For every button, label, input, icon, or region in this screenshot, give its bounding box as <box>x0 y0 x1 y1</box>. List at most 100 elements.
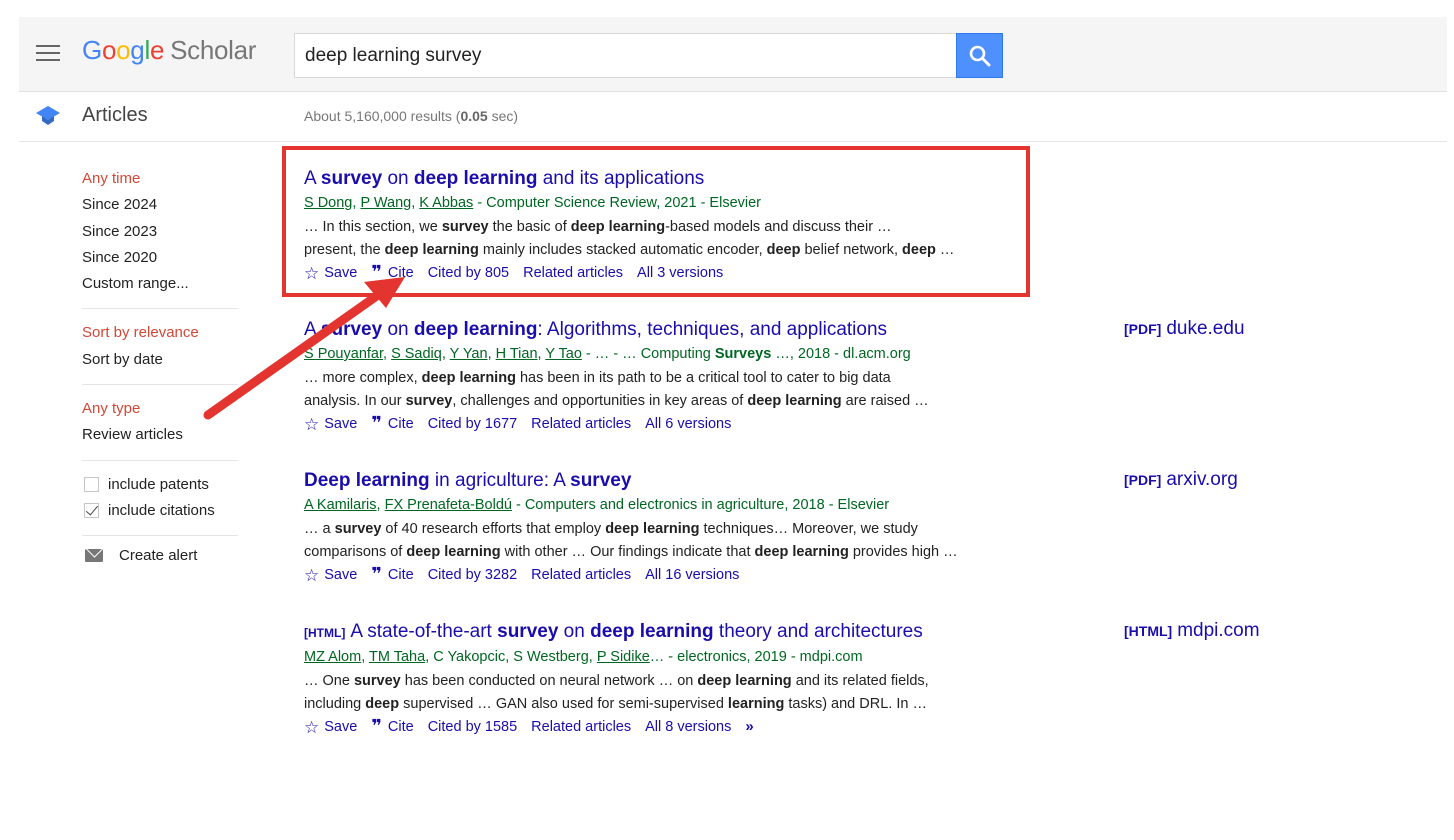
author-link[interactable]: FX Prenafeta-Boldú <box>385 497 512 513</box>
filter-custom-range[interactable]: Custom range... <box>82 271 242 297</box>
result-title-link[interactable]: Deep learning in agriculture: A survey <box>304 469 1024 493</box>
search-result: [HTML] A state-of-the-art survey on deep … <box>304 620 1024 738</box>
logo-google: Google <box>82 35 165 65</box>
source-domain: mdpi.com <box>1177 620 1260 641</box>
cite-button[interactable]: ❞ Cite <box>371 413 413 435</box>
search-result: A survey on deep learning: Algorithms, t… <box>304 318 1024 435</box>
divider <box>82 384 238 386</box>
envelope-icon <box>85 548 103 562</box>
star-icon: ☆ <box>304 414 320 434</box>
search-button[interactable] <box>956 33 1003 78</box>
save-button[interactable]: ☆ Save <box>304 413 357 435</box>
related-articles-link[interactable]: Related articles <box>531 413 631 435</box>
author-link[interactable]: A Kamilaris <box>304 497 377 513</box>
author-link[interactable]: P Sidike <box>597 649 650 665</box>
include-citations-option[interactable]: include citations <box>82 498 242 524</box>
include-citations-checkbox[interactable] <box>84 503 99 519</box>
quote-icon: ❞ <box>371 564 382 585</box>
create-alert-label: Create alert <box>119 546 198 564</box>
related-articles-link[interactable]: Related articles <box>523 262 623 284</box>
scholar-cap-icon <box>36 106 60 125</box>
result-snippet: … One survey has been conducted on neura… <box>304 673 929 712</box>
result-actions: ☆ Save ❞ Cite Cited by 1677 Related articles A… <box>304 413 1024 435</box>
cited-by-link[interactable]: Cited by 1677 <box>428 413 517 435</box>
logo-scholar: Scholar <box>170 35 257 65</box>
result-title-link[interactable]: [HTML] A state-of-the-art survey on deep … <box>304 620 1024 645</box>
author-link[interactable]: MZ Alom <box>304 649 361 665</box>
result-title-link[interactable]: A survey on deep learning and its applic… <box>304 167 1024 191</box>
save-button[interactable]: ☆ Save <box>304 262 357 284</box>
menu-icon[interactable] <box>36 45 60 63</box>
include-patents-checkbox[interactable] <box>84 477 99 493</box>
result-meta: MZ Alom, TM Taha, C Yakopcic, S Westberg… <box>304 649 863 665</box>
more-actions-icon[interactable]: » <box>745 716 753 738</box>
cite-button[interactable]: ❞ Cite <box>371 262 413 284</box>
divider <box>82 534 238 536</box>
author-link[interactable]: Y Tao <box>545 346 582 362</box>
quote-icon: ❞ <box>371 413 382 434</box>
full-text-link[interactable]: [HTML] mdpi.com <box>1124 620 1260 642</box>
cited-by-link[interactable]: Cited by 3282 <box>428 564 517 586</box>
author-link[interactable]: TM Taha <box>369 649 425 665</box>
full-text-link[interactable]: [PDF] duke.edu <box>1124 318 1245 340</box>
save-button[interactable]: ☆ Save <box>304 716 357 738</box>
related-articles-link[interactable]: Related articles <box>531 564 631 586</box>
include-citations-label: include citations <box>108 501 215 519</box>
sort-by-date[interactable]: Sort by date <box>82 347 242 373</box>
filter-any-time[interactable]: Any time <box>82 166 242 192</box>
cited-by-link[interactable]: Cited by 1585 <box>428 716 517 738</box>
sort-by-relevance[interactable]: Sort by relevance <box>82 320 242 346</box>
type-review-articles[interactable]: Review articles <box>82 422 242 448</box>
author-link: C Yakopcic <box>433 649 506 665</box>
result-meta: S Dong, P Wang, K Abbas - Computer Scien… <box>304 195 762 211</box>
create-alert-button[interactable]: Create alert <box>82 547 242 564</box>
results-count: About 5,160,000 results (0.05 sec) <box>304 108 519 124</box>
result-title-link[interactable]: A survey on deep learning: Algorithms, t… <box>304 318 1024 342</box>
cite-button[interactable]: ❞ Cite <box>371 716 413 738</box>
sidebar: Any time Since 2024 Since 2023 Since 202… <box>82 166 242 564</box>
subheader-bar: Articles About 5,160,000 results (0.05 s… <box>19 92 1447 142</box>
result-snippet: … In this section, we survey the basic o… <box>304 219 955 258</box>
filter-since-2024[interactable]: Since 2024 <box>82 192 242 218</box>
result-format-tag: [HTML] <box>304 626 346 640</box>
author-link[interactable]: S Pouyanfar <box>304 346 383 362</box>
star-icon: ☆ <box>304 717 320 737</box>
section-label: Articles <box>82 104 148 126</box>
result-snippet: … more complex, deep learning has been i… <box>304 370 929 409</box>
file-type-label: [HTML] <box>1124 623 1173 639</box>
author-link[interactable]: Y Yan <box>450 346 488 362</box>
all-versions-link[interactable]: All 8 versions <box>645 716 731 738</box>
file-type-label: [PDF] <box>1124 321 1162 337</box>
filter-since-2023[interactable]: Since 2023 <box>82 219 242 245</box>
related-articles-link[interactable]: Related articles <box>531 716 631 738</box>
type-any[interactable]: Any type <box>82 396 242 422</box>
all-versions-link[interactable]: All 16 versions <box>645 564 739 586</box>
all-versions-link[interactable]: All 3 versions <box>637 262 723 284</box>
author-link[interactable]: P Wang <box>360 195 411 211</box>
author-link: S Westberg <box>513 649 589 665</box>
star-icon: ☆ <box>304 565 320 585</box>
filter-since-2020[interactable]: Since 2020 <box>82 245 242 271</box>
source-domain: duke.edu <box>1166 318 1245 339</box>
cite-button[interactable]: ❞ Cite <box>371 564 413 586</box>
google-scholar-logo[interactable]: Google Scholar <box>82 35 256 66</box>
result-meta: S Pouyanfar, S Sadiq, Y Yan, H Tian, Y T… <box>304 346 911 362</box>
cited-by-link[interactable]: Cited by 805 <box>428 262 509 284</box>
include-patents-option[interactable]: include patents <box>82 472 242 498</box>
divider <box>82 459 238 461</box>
search-icon <box>969 45 991 67</box>
all-versions-link[interactable]: All 6 versions <box>645 413 731 435</box>
include-patents-label: include patents <box>108 475 209 493</box>
save-button[interactable]: ☆ Save <box>304 564 357 586</box>
full-text-link[interactable]: [PDF] arxiv.org <box>1124 469 1238 491</box>
author-link[interactable]: K Abbas <box>419 195 473 211</box>
file-type-label: [PDF] <box>1124 472 1162 488</box>
author-link[interactable]: H Tian <box>496 346 538 362</box>
author-link[interactable]: S Sadiq <box>391 346 442 362</box>
search-input[interactable] <box>294 33 957 78</box>
top-header: Google Scholar <box>19 17 1447 92</box>
search-result: Deep learning in agriculture: A survey A … <box>304 469 1024 586</box>
author-link[interactable]: S Dong <box>304 195 352 211</box>
result-actions: ☆ Save ❞ Cite Cited by 1585 Related articles A… <box>304 716 1024 738</box>
star-icon: ☆ <box>304 263 320 283</box>
